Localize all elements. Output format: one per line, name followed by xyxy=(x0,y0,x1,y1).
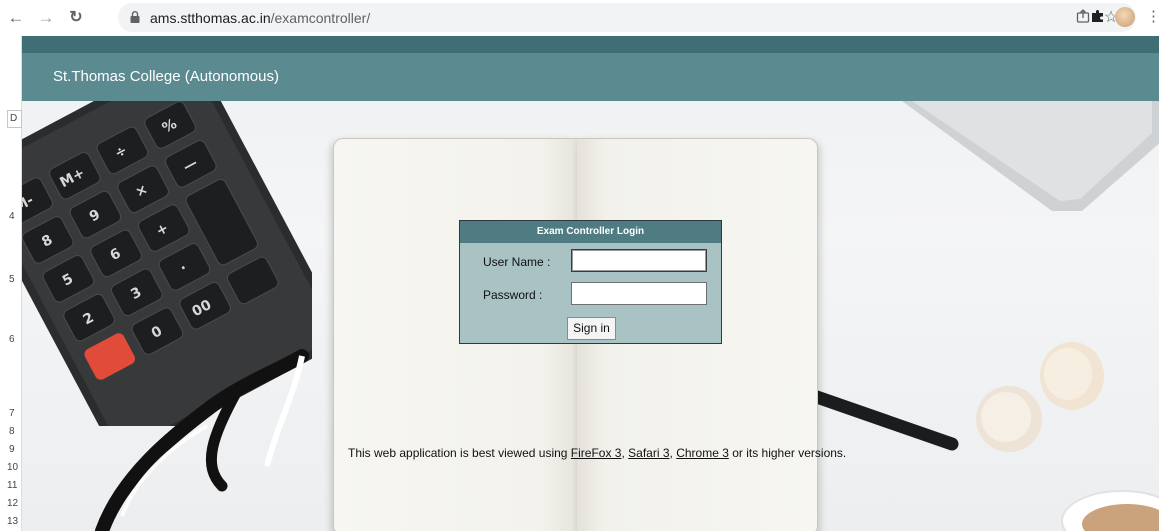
top-strip xyxy=(22,36,1159,53)
sliver-row-number: 7 xyxy=(9,408,15,419)
note-text: This web application is best viewed usin… xyxy=(348,446,571,460)
sliver-row-number: 12 xyxy=(7,498,19,509)
back-arrow-icon[interactable]: ← xyxy=(4,6,28,30)
sliver-row-number: 4 xyxy=(9,211,15,222)
sliver-row-number: 5 xyxy=(9,274,15,285)
site-title: St.Thomas College (Autonomous) xyxy=(53,68,279,85)
lock-icon xyxy=(130,11,140,23)
sliver-row-number: 9 xyxy=(9,444,15,455)
profile-avatar[interactable] xyxy=(1115,7,1135,27)
browser-recommendation-note: This web application is best viewed usin… xyxy=(348,446,846,460)
username-input[interactable] xyxy=(571,249,707,272)
note-text: or its higher versions. xyxy=(728,446,847,460)
sliver-row-number: 10 xyxy=(7,462,19,473)
chrome-link[interactable]: Chrome 3 xyxy=(676,446,729,460)
login-heading: Exam Controller Login xyxy=(460,221,721,243)
address-bar[interactable]: ams.stthomas.ac.in/examcontroller/ ☆ xyxy=(118,3,1136,32)
macaron-image xyxy=(976,386,1042,452)
kebab-menu-icon[interactable]: ⋮ xyxy=(1146,7,1159,27)
password-label: Password : xyxy=(483,288,543,302)
background-spreadsheet-sliver: D 4 5 6 7 8 9 10 11 12 13 xyxy=(0,36,22,531)
sliver-row-number: 11 xyxy=(7,480,18,491)
safari-link[interactable]: Safari 3 xyxy=(628,446,669,460)
site-header: St.Thomas College (Autonomous) xyxy=(22,53,1159,101)
puzzle-icon[interactable] xyxy=(1089,8,1107,26)
sliver-row-number: 8 xyxy=(9,426,15,437)
url-text[interactable]: ams.stthomas.ac.in/examcontroller/ xyxy=(150,10,370,26)
password-input[interactable] xyxy=(571,282,707,305)
browser-toolbar: ← → ↻ ams.stthomas.ac.in/examcontroller/… xyxy=(0,0,1159,36)
url-path: /examcontroller/ xyxy=(270,10,371,26)
firefox-link[interactable]: FireFox 3 xyxy=(571,446,622,460)
sign-in-button[interactable]: Sign in xyxy=(567,317,616,340)
login-form: Exam Controller Login User Name : Passwo… xyxy=(459,220,722,344)
laptop-image xyxy=(902,101,1159,211)
sliver-row-number: 13 xyxy=(7,516,19,527)
sliver-cell: D xyxy=(7,110,22,128)
coffee-cup-image xyxy=(1061,490,1159,531)
reload-icon[interactable]: ↻ xyxy=(64,6,88,30)
web-page: M- M+ ÷% 8 9 × — 5 6 + 2 3 · 0 00 St.Thomas Colleg… xyxy=(22,36,1159,531)
sliver-row-number: 6 xyxy=(9,334,15,345)
url-host: ams.stthomas.ac.in xyxy=(150,10,271,26)
eyeglasses-image xyxy=(95,349,309,531)
username-label: User Name : xyxy=(483,255,551,269)
forward-arrow-icon[interactable]: → xyxy=(34,6,58,30)
